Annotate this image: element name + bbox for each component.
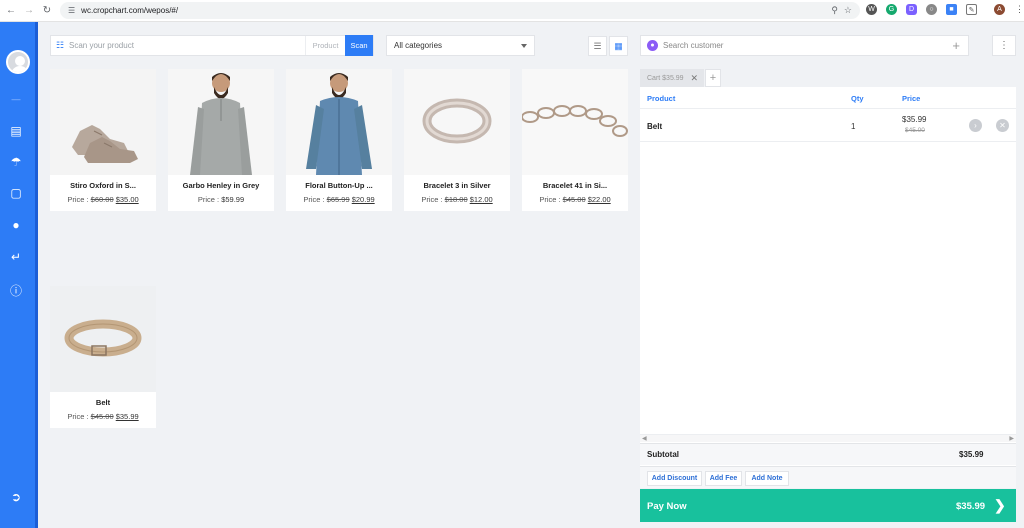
logout-icon[interactable]: ➲: [0, 490, 32, 504]
product-name: Stiro Oxford in S...: [70, 181, 136, 190]
cart-item-old-price: $45.00: [905, 127, 925, 134]
product-name: Floral Button-Up ...: [305, 181, 373, 190]
product-name: Garbo Henley in Grey: [182, 181, 260, 190]
remove-item-icon[interactable]: ✕: [996, 119, 1009, 132]
browser-toolbar: ← → ↻ ☰ wc.cropchart.com/wepos/#/ ⚲ ☆ W …: [0, 0, 1024, 22]
barcode-scan-icon: ☷: [55, 40, 65, 50]
grammarly-extension-icon[interactable]: G: [886, 4, 897, 15]
add-customer-icon[interactable]: +: [952, 38, 960, 53]
add-fee-button[interactable]: Add Fee: [705, 471, 742, 486]
product-mode-label[interactable]: Product: [305, 36, 345, 55]
add-note-button[interactable]: Add Note: [745, 471, 789, 486]
scroll-right-icon[interactable]: ▶: [1009, 435, 1014, 442]
product-image-belt: [50, 286, 156, 392]
product-card[interactable]: Floral Button-Up ... Price : $65.99 $20.…: [286, 69, 392, 211]
product-price: Price : $60.00 $35.00: [67, 195, 139, 204]
product-card[interactable]: Bracelet 41 in Si... Price : $45.00 $22.…: [522, 69, 628, 211]
scroll-left-icon[interactable]: ◀: [642, 435, 647, 442]
globe-extension-icon[interactable]: ○: [926, 4, 937, 15]
gift-icon[interactable]: ▢: [0, 186, 32, 200]
url-text: wc.cropchart.com/wepos/#/: [81, 6, 179, 15]
add-cart-tab-button[interactable]: +: [705, 69, 721, 87]
product-price: Price : $45.00 $22.00: [539, 195, 611, 204]
user-icon[interactable]: ●: [0, 218, 32, 232]
cart-actions: Add Discount Add Fee Add Note: [640, 466, 1016, 488]
bookmark-star-icon[interactable]: ☆: [844, 5, 852, 16]
address-bar[interactable]: ☰ wc.cropchart.com/wepos/#/ ⚲ ☆: [60, 2, 860, 19]
cart-horizontal-scrollbar[interactable]: ◀ ▶: [640, 434, 1016, 442]
scan-product-input[interactable]: [69, 36, 305, 55]
product-price: Price : $45.00 $35.99: [67, 412, 139, 421]
list-view-button[interactable]: ☰: [588, 36, 607, 56]
cart-tab-label: Cart $35.99: [647, 74, 684, 82]
pay-now-button[interactable]: Pay Now $35.99 ❯: [640, 489, 1016, 522]
cart-tab[interactable]: Cart $35.99 ✕: [640, 69, 704, 87]
cart-item-price: $35.99: [902, 115, 927, 124]
cart-table-header: Product Qty Price: [640, 87, 1016, 109]
product-price: Price : $65.99 $20.99: [303, 195, 375, 204]
zoom-icon[interactable]: ⚲: [831, 5, 838, 16]
browser-menu-icon[interactable]: ⋮: [1014, 4, 1024, 15]
column-price: Price: [902, 94, 921, 103]
pay-now-amount: $35.99: [956, 501, 986, 512]
column-qty: Qty: [851, 94, 864, 103]
product-name: Belt: [95, 398, 111, 407]
expand-item-icon[interactable]: ›: [969, 119, 982, 132]
avatar-head-shape: [15, 56, 25, 66]
product-image-shoe: [50, 69, 156, 175]
subtotal-value: $35.99: [959, 450, 984, 459]
product-price: Price : $59.99: [197, 195, 245, 204]
product-image-bracelet-silver: [404, 69, 510, 175]
d-extension-icon[interactable]: D: [906, 4, 917, 15]
add-discount-button[interactable]: Add Discount: [647, 471, 702, 486]
divider-icon: —: [11, 94, 21, 104]
product-card[interactable]: Belt Price : $45.00 $35.99: [50, 286, 156, 428]
pay-now-label: Pay Now: [647, 501, 687, 512]
store-icon[interactable]: ▤: [0, 124, 32, 138]
subtotal-label: Subtotal: [647, 450, 679, 459]
forward-icon[interactable]: →: [22, 4, 36, 18]
back-icon[interactable]: ←: [4, 4, 18, 18]
more-options-button[interactable]: ⋮: [992, 35, 1016, 56]
product-card[interactable]: Bracelet 3 in Silver Price : $18.00 $12.…: [404, 69, 510, 211]
scan-product-bar: ☷ Product Scan: [50, 35, 374, 56]
wordpress-extension-icon[interactable]: W: [866, 4, 877, 15]
cart-item-name: Belt: [647, 122, 663, 131]
customer-icon: ●: [647, 40, 658, 51]
sidebar: — ▤ ☂ ▢ ● ↵ ⓘ ➲: [0, 22, 38, 528]
cart-item-row[interactable]: Belt 1 $35.99 $45.00 › ✕: [640, 110, 1016, 142]
scan-button[interactable]: Scan: [345, 35, 373, 56]
subtotal-row: Subtotal $35.99: [640, 443, 1016, 465]
product-card[interactable]: Garbo Henley in Grey Price : $59.99: [168, 69, 274, 211]
reload-icon[interactable]: ↻: [40, 4, 54, 18]
product-price: Price : $18.00 $12.00: [421, 195, 493, 204]
cart-item-qty[interactable]: 1: [851, 122, 855, 131]
product-card[interactable]: Stiro Oxford in S... Price : $60.00 $35.…: [50, 69, 156, 211]
avatar-body-shape: [11, 66, 28, 72]
close-icon[interactable]: ✕: [690, 73, 698, 84]
profile-avatar-icon[interactable]: A: [994, 4, 1005, 15]
extension-blue-icon[interactable]: ■: [946, 4, 957, 15]
return-icon[interactable]: ↵: [0, 250, 32, 264]
cart-panel: Product Qty Price Belt 1 $35.99 $45.00 ›…: [640, 87, 1016, 488]
product-name: Bracelet 3 in Silver: [423, 181, 491, 190]
puzzle-extensions-icon[interactable]: ✎: [966, 4, 977, 15]
cash-register-icon[interactable]: ☂: [0, 155, 32, 169]
category-selected-value: All categories: [394, 41, 443, 50]
user-avatar[interactable]: [6, 50, 30, 74]
extensions-area: W G D ○ ■ ✎ A ⋮: [866, 4, 1024, 15]
product-name: Bracelet 41 in Si...: [542, 181, 608, 190]
chevron-down-icon: [521, 43, 527, 48]
info-icon[interactable]: ⓘ: [0, 282, 32, 299]
product-image-henley: [168, 69, 274, 175]
category-select[interactable]: All categories: [386, 35, 535, 56]
customer-search-placeholder: Search customer: [663, 41, 724, 50]
product-image-button-up-shirt: [286, 69, 392, 175]
chevron-right-icon: ❯: [994, 497, 1006, 513]
customer-search[interactable]: ● Search customer +: [640, 35, 969, 56]
product-image-chain-bracelet: [522, 69, 628, 175]
column-product: Product: [647, 94, 676, 103]
grid-view-button[interactable]: ▦: [609, 36, 628, 56]
site-info-icon[interactable]: ☰: [68, 6, 75, 15]
